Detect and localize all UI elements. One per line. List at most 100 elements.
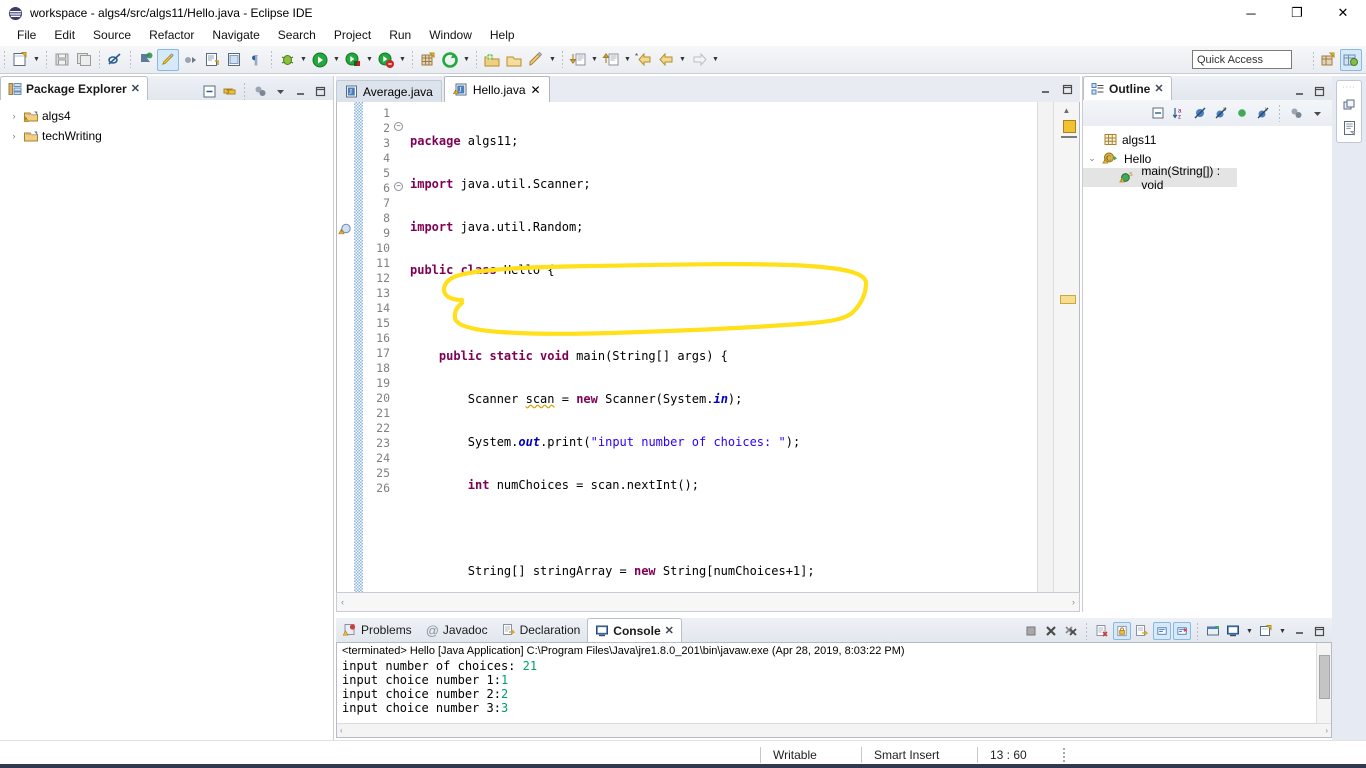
new-file-icon[interactable] (9, 49, 31, 71)
menu-run[interactable]: Run (380, 26, 420, 44)
quick-access-input[interactable]: Quick Access (1192, 50, 1292, 69)
new-java-project-icon[interactable] (417, 49, 439, 71)
restore-icon[interactable] (1290, 82, 1308, 100)
tab-javadoc[interactable]: @ Javadoc (419, 618, 495, 642)
outline-item-package[interactable]: algs11 (1083, 130, 1332, 149)
debug-icon[interactable] (276, 49, 298, 71)
open-console-icon[interactable] (1257, 622, 1275, 640)
pin-console-icon[interactable] (1204, 622, 1222, 640)
maximize-icon[interactable] (311, 82, 329, 100)
forward-icon[interactable] (688, 49, 710, 71)
collapse-all-icon[interactable] (200, 82, 218, 100)
scroll-up-icon[interactable]: ▲ (1054, 102, 1079, 118)
warning-ruler-marker-top[interactable] (1063, 120, 1076, 133)
run-dropdown-arrow[interactable]: ▼ (331, 49, 342, 71)
java-perspective-icon[interactable] (1340, 49, 1362, 71)
maximize-icon[interactable] (1058, 80, 1076, 98)
drag-handle[interactable]: ···· (1342, 84, 1355, 91)
next-edit-icon[interactable] (567, 49, 589, 71)
console-horizontal-scrollbar[interactable]: ‹ › (337, 723, 1331, 737)
restore-button[interactable]: ❐ (1274, 0, 1320, 26)
warning-marker-icon[interactable]: ! (338, 223, 353, 237)
expander-icon[interactable]: › (8, 131, 20, 141)
open-type-icon[interactable] (503, 49, 525, 71)
show-console-on-output-icon[interactable] (1153, 622, 1171, 640)
maximize-icon[interactable] (1310, 622, 1328, 640)
scrollbar-thumb[interactable] (1319, 655, 1330, 699)
close-icon[interactable]: ✕ (1154, 82, 1163, 95)
menu-edit[interactable]: Edit (45, 26, 84, 44)
minimize-button[interactable]: ─ (1228, 0, 1274, 26)
scroll-right-icon[interactable]: › (1325, 726, 1328, 735)
tab-console[interactable]: Console ✕ (587, 618, 682, 642)
search-icon[interactable] (525, 49, 547, 71)
outline-item-method[interactable]: ! S main(String[]) : void (1083, 168, 1237, 187)
restore-icon[interactable] (1036, 80, 1054, 98)
coverage-dropdown-arrow[interactable]: ▼ (397, 49, 408, 71)
new-dropdown-arrow[interactable]: ▼ (31, 49, 42, 71)
editor-overview-ruler[interactable] (1037, 102, 1053, 611)
tab-average-java[interactable]: J Average.java (336, 80, 442, 102)
display-console-dropdown-arrow[interactable]: ▼ (1244, 620, 1255, 642)
highlighter-icon[interactable] (157, 49, 179, 71)
run-external-icon[interactable] (342, 49, 364, 71)
restore-icon[interactable] (1290, 622, 1308, 640)
scroll-lock-icon[interactable] (1113, 622, 1131, 640)
next-annotation-icon[interactable] (179, 49, 201, 71)
display-selected-console-icon[interactable] (1224, 622, 1242, 640)
tree-item-algs4[interactable]: › ! algs4 (0, 106, 333, 126)
menu-search[interactable]: Search (269, 26, 325, 44)
view-menu-icon[interactable] (271, 82, 289, 100)
back-dropdown-arrow[interactable]: ▼ (677, 49, 688, 71)
scroll-left-icon[interactable]: ‹ (341, 597, 344, 607)
remove-launch-icon[interactable] (1042, 622, 1060, 640)
menu-navigate[interactable]: Navigate (203, 26, 268, 44)
close-icon[interactable]: ✕ (531, 83, 541, 97)
warning-ruler-marker-line13[interactable] (1060, 295, 1076, 304)
run-icon[interactable] (309, 49, 331, 71)
expander-icon[interactable]: ⌄ (1086, 153, 1098, 164)
link-with-editor-icon[interactable] (220, 82, 238, 100)
save-icon[interactable] (51, 49, 73, 71)
menu-refactor[interactable]: Refactor (140, 26, 203, 44)
console-output-area[interactable]: <terminated> Hello [Java Application] C:… (336, 642, 1332, 738)
hide-nonpublic-icon[interactable] (1233, 104, 1251, 122)
editor-vertical-scrollbar[interactable]: ▲ ▼ (1053, 102, 1079, 611)
back-history-icon[interactable]: * (633, 49, 655, 71)
hide-static-icon[interactable]: S (1212, 104, 1230, 122)
editor-horizontal-scrollbar[interactable]: ‹ › (336, 592, 1080, 612)
forward-dropdown-arrow[interactable]: ▼ (710, 49, 721, 71)
terminate-icon[interactable] (1022, 622, 1040, 640)
tab-hello-java[interactable]: J ! Hello.java ✕ (444, 76, 550, 102)
hide-local-icon[interactable]: L (1254, 104, 1272, 122)
open-console-dropdown-arrow[interactable]: ▼ (1277, 620, 1288, 642)
link-icon[interactable] (104, 49, 126, 71)
menu-window[interactable]: Window (420, 26, 481, 44)
pilcrow-icon[interactable]: ¶ (245, 49, 267, 71)
close-icon[interactable]: ✕ (131, 82, 140, 95)
expander-icon[interactable]: › (8, 111, 20, 121)
maximize-icon[interactable] (1310, 82, 1328, 100)
show-whitespace-icon[interactable] (223, 49, 245, 71)
tab-declaration[interactable]: Declaration (495, 618, 588, 642)
coverage-icon[interactable] (375, 49, 397, 71)
editor-marker-gutter[interactable]: ! (337, 102, 354, 611)
prev-edit-dropdown-arrow[interactable]: ▼ (622, 49, 633, 71)
back-icon[interactable] (655, 49, 677, 71)
save-all-icon[interactable] (73, 49, 95, 71)
run-external-dropdown-arrow[interactable]: ▼ (364, 49, 375, 71)
editor-fold-gutter[interactable] (354, 102, 363, 611)
open-package-icon[interactable] (481, 49, 503, 71)
status-resize-grip[interactable] (1063, 748, 1065, 762)
tab-package-explorer[interactable]: Package Explorer ✕ (0, 76, 148, 100)
next-edit-dropdown-arrow[interactable]: ▼ (589, 49, 600, 71)
scroll-left-icon[interactable]: ‹ (340, 726, 343, 735)
toggle-block-icon[interactable] (201, 49, 223, 71)
close-button[interactable]: ✕ (1320, 0, 1366, 26)
scroll-right-icon[interactable]: › (1072, 597, 1075, 607)
restore-view-icon[interactable] (1340, 96, 1358, 114)
open-perspective-icon[interactable] (1318, 49, 1340, 71)
collapse-all-icon[interactable] (1149, 104, 1167, 122)
debug-dropdown-arrow[interactable]: ▼ (298, 49, 309, 71)
refresh-dropdown-arrow[interactable]: ▼ (461, 49, 472, 71)
